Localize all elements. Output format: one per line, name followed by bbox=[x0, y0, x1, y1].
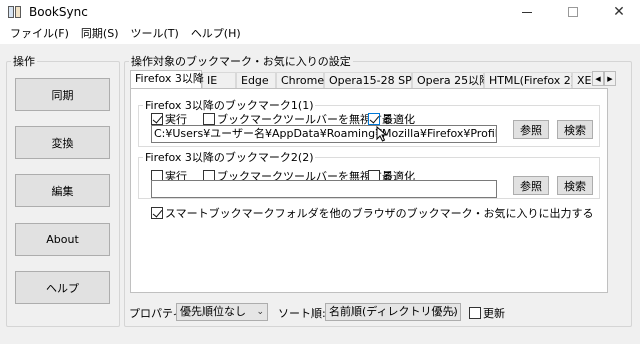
menu-tools[interactable]: ツール(T) bbox=[125, 24, 185, 44]
settings-group-label: 操作対象のブックマーク・お気に入りの設定 bbox=[129, 55, 353, 68]
window-title: BookSync bbox=[29, 5, 88, 19]
menu-help[interactable]: ヘルプ(H) bbox=[185, 24, 247, 44]
app-books-icon bbox=[7, 4, 23, 20]
refresh-checkbox[interactable]: 更新 bbox=[469, 305, 505, 321]
maximize-button[interactable] bbox=[550, 0, 596, 24]
maximize-icon bbox=[568, 7, 578, 17]
arrow-left-icon: ◀ bbox=[595, 74, 601, 83]
minimize-icon bbox=[522, 11, 532, 13]
tab-html-firefox2[interactable]: HTML(Firefox 2) bbox=[484, 72, 575, 88]
edit-button[interactable]: 編集 bbox=[15, 174, 110, 207]
bookmark1-path-input[interactable]: C:¥Users¥ユーザー名¥AppData¥Roaming¥Mozilla¥F… bbox=[151, 125, 497, 143]
tab-scroll-right-button[interactable]: ▶ bbox=[604, 71, 616, 86]
bookmark2-search-button[interactable]: 検索 bbox=[557, 176, 593, 195]
checkbox-checked-icon bbox=[151, 207, 163, 219]
bookmark1-search-button[interactable]: 検索 bbox=[557, 120, 593, 139]
tab-chrome[interactable]: Chrome bbox=[276, 72, 324, 88]
tab-firefox3[interactable]: Firefox 3以降 bbox=[130, 70, 204, 88]
title-bar: BookSync ✕ bbox=[0, 0, 640, 24]
minimize-button[interactable] bbox=[504, 0, 550, 24]
close-icon: ✕ bbox=[613, 4, 625, 20]
sort-order-select[interactable]: 名前順(ディレクトリ優先) ⌄ bbox=[325, 303, 461, 321]
tab-scroll-left-button[interactable]: ◀ bbox=[592, 71, 604, 86]
close-button[interactable]: ✕ bbox=[596, 0, 640, 24]
checkbox-icon bbox=[469, 307, 481, 319]
browser-tabs: Firefox 3以降 IE Edge Chrome Opera15-28 SP… bbox=[130, 70, 600, 88]
arrow-right-icon: ▶ bbox=[607, 74, 613, 83]
tab-edge[interactable]: Edge bbox=[236, 72, 276, 88]
menu-bar: ファイル(F) 同期(S) ツール(T) ヘルプ(H) bbox=[0, 24, 640, 44]
bookmark2-path-input[interactable] bbox=[151, 180, 497, 198]
tab-opera25[interactable]: Opera 25以降 bbox=[412, 72, 490, 88]
about-button[interactable]: About bbox=[15, 223, 110, 256]
bookmark1-browse-button[interactable]: 参照 bbox=[513, 120, 549, 139]
bookmark2-browse-button[interactable]: 参照 bbox=[513, 176, 549, 195]
chevron-down-icon: ⌄ bbox=[256, 307, 264, 317]
tab-ie[interactable]: IE bbox=[202, 72, 236, 88]
property-select-value: 優先順位なし bbox=[180, 305, 246, 318]
checkbox-checked-icon bbox=[151, 113, 163, 125]
help-button[interactable]: ヘルプ bbox=[15, 271, 110, 304]
menu-sync[interactable]: 同期(S) bbox=[75, 24, 125, 44]
mouse-cursor-icon bbox=[376, 126, 388, 142]
sort-order-select-value: 名前順(ディレクトリ優先) bbox=[329, 305, 458, 318]
sync-button[interactable]: 同期 bbox=[15, 78, 110, 111]
bookmark2-group-label: Firefox 3以降のブックマーク2(2) bbox=[143, 151, 316, 164]
smart-bookmark-folder-checkbox[interactable]: スマートブックマークフォルダを他のブラウザのブックマーク・お気に入りに出力する bbox=[151, 205, 593, 221]
operation-group-label: 操作 bbox=[11, 55, 37, 68]
property-select[interactable]: 優先順位なし ⌄ bbox=[176, 303, 268, 321]
chevron-down-icon: ⌄ bbox=[449, 307, 457, 317]
checkbox-checked-icon bbox=[368, 113, 380, 125]
tab-opera15-28[interactable]: Opera15-28 SPD bbox=[324, 72, 420, 88]
convert-button[interactable]: 変換 bbox=[15, 126, 110, 159]
smart-bookmark-folder-label: スマートブックマークフォルダを他のブラウザのブックマーク・お気に入りに出力する bbox=[165, 207, 594, 220]
checkbox-icon bbox=[203, 113, 215, 125]
sort-order-label: ソート順: bbox=[278, 307, 326, 320]
menu-file[interactable]: ファイル(F) bbox=[4, 24, 75, 44]
refresh-label: 更新 bbox=[483, 307, 505, 320]
